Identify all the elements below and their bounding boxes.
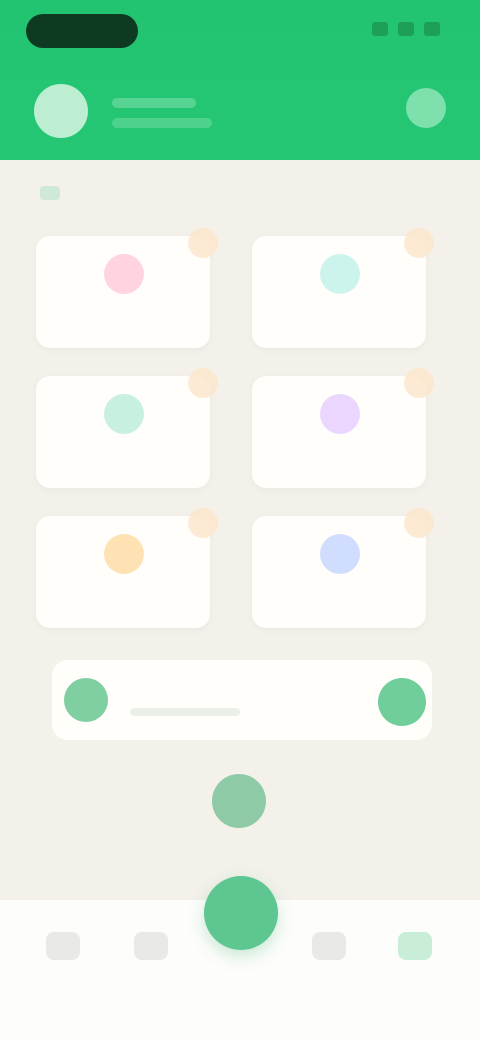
discover-icon[interactable] [134,932,168,960]
badge-icon [404,508,434,538]
profile-icon[interactable] [398,932,432,960]
messages-icon[interactable] [312,932,346,960]
green-service-icon [104,394,144,434]
badge-icon [188,508,218,538]
header [0,0,480,160]
folder-icon [40,186,60,200]
settings-icon[interactable] [406,88,446,128]
add-icon[interactable] [204,876,278,950]
arrow-button-icon[interactable] [378,678,426,726]
section-header [40,186,74,200]
user-info [112,98,212,138]
badge-icon [188,228,218,258]
purple-service-icon [320,394,360,434]
status-indicator [26,14,138,48]
service-card[interactable] [252,228,434,348]
service-card[interactable] [252,508,434,628]
avatar[interactable] [34,84,88,138]
service-card[interactable] [252,368,434,488]
orange-service-icon [104,534,144,574]
badge-icon [404,368,434,398]
badge-icon [188,368,218,398]
teal-service-icon [320,254,360,294]
blue-service-icon [320,534,360,574]
service-card[interactable] [36,508,218,628]
promo-banner[interactable] [52,660,432,740]
pink-service-icon [104,254,144,294]
floating-action-icon[interactable] [212,774,266,828]
gift-icon [64,678,108,722]
banner-subtitle [130,708,240,716]
service-card[interactable] [36,228,218,348]
status-icons [372,22,440,36]
signal-icon [372,22,388,36]
wifi-icon [398,22,414,36]
service-card[interactable] [36,368,218,488]
home-icon[interactable] [46,932,80,960]
badge-icon [404,228,434,258]
battery-icon [424,22,440,36]
